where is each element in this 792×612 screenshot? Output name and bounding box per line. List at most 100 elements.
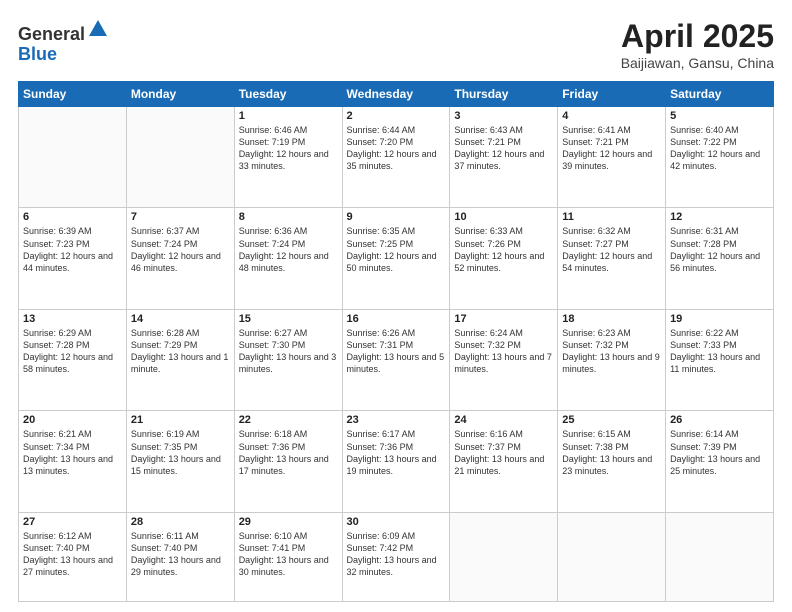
day-number: 3 — [454, 110, 553, 122]
calendar-cell — [666, 512, 774, 601]
header-thursday: Thursday — [450, 82, 558, 107]
day-info: Sunrise: 6:16 AMSunset: 7:37 PMDaylight:… — [454, 428, 553, 477]
day-number: 21 — [131, 414, 230, 426]
calendar-cell: 4 Sunrise: 6:41 AMSunset: 7:21 PMDaylight… — [558, 107, 666, 208]
day-info: Sunrise: 6:35 AMSunset: 7:25 PMDaylight:… — [347, 225, 446, 274]
calendar-cell: 17 Sunrise: 6:24 AMSunset: 7:32 PMDayligh… — [450, 309, 558, 410]
day-info: Sunrise: 6:11 AMSunset: 7:40 PMDaylight:… — [131, 530, 230, 579]
week-row-2: 6Sunrise: 6:39 AMSunset: 7:23 PMDaylight… — [19, 208, 774, 309]
day-number: 13 — [23, 313, 122, 325]
calendar-cell: 25Sunrise: 6:15 AMSunset: 7:38 PMDayligh… — [558, 411, 666, 512]
title-block: April 2025 Baijiawan, Gansu, China — [621, 18, 774, 71]
logo-text: General — [18, 18, 109, 45]
calendar-cell: 13 Sunrise: 6:29 AMSunset: 7:28 PMDayligh… — [19, 309, 127, 410]
logo-blue: Blue — [18, 44, 57, 64]
logo-icon — [87, 18, 109, 40]
day-number: 2 — [347, 110, 446, 122]
day-info: Sunrise: 6:14 AMSunset: 7:39 PMDaylight:… — [670, 428, 769, 477]
day-info: Sunrise: 6:37 AMSunset: 7:24 PMDaylight:… — [131, 225, 230, 274]
day-number: 19 — [670, 313, 769, 325]
day-info: Sunrise: 6:19 AMSunset: 7:35 PMDaylight:… — [131, 428, 230, 477]
day-info: Sunrise: 6:10 AMSunset: 7:41 PMDaylight:… — [239, 530, 338, 579]
day-info: Sunrise: 6:12 AMSunset: 7:40 PMDaylight:… — [23, 530, 122, 579]
day-number: 8 — [239, 211, 338, 223]
day-info: Sunrise: 6:24 AMSunset: 7:32 PMDaylight:… — [454, 327, 553, 376]
day-number: 12 — [670, 211, 769, 223]
day-info: Sunrise: 6:17 AMSunset: 7:36 PMDaylight:… — [347, 428, 446, 477]
day-info: Sunrise: 6:43 AMSunset: 7:21 PMDaylight:… — [454, 124, 553, 173]
header-tuesday: Tuesday — [234, 82, 342, 107]
day-number: 20 — [23, 414, 122, 426]
calendar-cell — [19, 107, 127, 208]
calendar-cell: 6Sunrise: 6:39 AMSunset: 7:23 PMDaylight… — [19, 208, 127, 309]
day-number: 29 — [239, 516, 338, 528]
week-row-4: 20Sunrise: 6:21 AMSunset: 7:34 PMDayligh… — [19, 411, 774, 512]
day-number: 16 — [347, 313, 446, 325]
day-number: 27 — [23, 516, 122, 528]
day-number: 15 — [239, 313, 338, 325]
calendar-cell: 12 Sunrise: 6:31 AMSunset: 7:28 PMDayligh… — [666, 208, 774, 309]
calendar-cell — [126, 107, 234, 208]
day-number: 9 — [347, 211, 446, 223]
calendar-cell: 9 Sunrise: 6:35 AMSunset: 7:25 PMDaylight… — [342, 208, 450, 309]
calendar-cell: 23 Sunrise: 6:17 AMSunset: 7:36 PMDayligh… — [342, 411, 450, 512]
calendar-cell: 11 Sunrise: 6:32 AMSunset: 7:27 PMDayligh… — [558, 208, 666, 309]
calendar-cell: 16 Sunrise: 6:26 AMSunset: 7:31 PMDayligh… — [342, 309, 450, 410]
day-info: Sunrise: 6:28 AMSunset: 7:29 PMDaylight:… — [131, 327, 230, 376]
calendar-cell: 5Sunrise: 6:40 AMSunset: 7:22 PMDaylight… — [666, 107, 774, 208]
day-number: 18 — [562, 313, 661, 325]
day-number: 30 — [347, 516, 446, 528]
header-saturday: Saturday — [666, 82, 774, 107]
calendar-cell — [558, 512, 666, 601]
day-info: Sunrise: 6:18 AMSunset: 7:36 PMDaylight:… — [239, 428, 338, 477]
day-info: Sunrise: 6:40 AMSunset: 7:22 PMDaylight:… — [670, 124, 769, 173]
month-title: April 2025 — [621, 18, 774, 55]
day-info: Sunrise: 6:29 AMSunset: 7:28 PMDaylight:… — [23, 327, 122, 376]
day-info: Sunrise: 6:46 AMSunset: 7:19 PMDaylight:… — [239, 124, 338, 173]
calendar-cell: 27 Sunrise: 6:12 AMSunset: 7:40 PMDayligh… — [19, 512, 127, 601]
day-info: Sunrise: 6:22 AMSunset: 7:33 PMDaylight:… — [670, 327, 769, 376]
day-number: 22 — [239, 414, 338, 426]
day-info: Sunrise: 6:23 AMSunset: 7:32 PMDaylight:… — [562, 327, 661, 376]
day-number: 17 — [454, 313, 553, 325]
day-info: Sunrise: 6:31 AMSunset: 7:28 PMDaylight:… — [670, 225, 769, 274]
logo-blue-text: Blue — [18, 45, 109, 65]
week-row-1: 1Sunrise: 6:46 AMSunset: 7:19 PMDaylight… — [19, 107, 774, 208]
day-number: 6 — [23, 211, 122, 223]
calendar: Sunday Monday Tuesday Wednesday Thursday… — [18, 81, 774, 602]
calendar-cell: 8 Sunrise: 6:36 AMSunset: 7:24 PMDaylight… — [234, 208, 342, 309]
day-number: 10 — [454, 211, 553, 223]
calendar-cell: 14 Sunrise: 6:28 AMSunset: 7:29 PMDayligh… — [126, 309, 234, 410]
header-monday: Monday — [126, 82, 234, 107]
calendar-cell: 2 Sunrise: 6:44 AMSunset: 7:20 PMDaylight… — [342, 107, 450, 208]
header-wednesday: Wednesday — [342, 82, 450, 107]
calendar-cell: 1Sunrise: 6:46 AMSunset: 7:19 PMDaylight… — [234, 107, 342, 208]
header: General Blue April 2025 Baijiawan, Gansu… — [18, 18, 774, 71]
calendar-cell: 10Sunrise: 6:33 AMSunset: 7:26 PMDayligh… — [450, 208, 558, 309]
calendar-cell: 20Sunrise: 6:21 AMSunset: 7:34 PMDayligh… — [19, 411, 127, 512]
day-number: 14 — [131, 313, 230, 325]
logo-general: General — [18, 24, 85, 44]
day-info: Sunrise: 6:26 AMSunset: 7:31 PMDaylight:… — [347, 327, 446, 376]
calendar-cell: 28Sunrise: 6:11 AMSunset: 7:40 PMDayligh… — [126, 512, 234, 601]
weekday-header-row: Sunday Monday Tuesday Wednesday Thursday… — [19, 82, 774, 107]
calendar-cell: 15Sunrise: 6:27 AMSunset: 7:30 PMDayligh… — [234, 309, 342, 410]
calendar-cell: 29 Sunrise: 6:10 AMSunset: 7:41 PMDayligh… — [234, 512, 342, 601]
day-info: Sunrise: 6:32 AMSunset: 7:27 PMDaylight:… — [562, 225, 661, 274]
day-info: Sunrise: 6:44 AMSunset: 7:20 PMDaylight:… — [347, 124, 446, 173]
calendar-cell: 24Sunrise: 6:16 AMSunset: 7:37 PMDayligh… — [450, 411, 558, 512]
day-number: 11 — [562, 211, 661, 223]
day-number: 7 — [131, 211, 230, 223]
header-sunday: Sunday — [19, 82, 127, 107]
header-friday: Friday — [558, 82, 666, 107]
week-row-5: 27 Sunrise: 6:12 AMSunset: 7:40 PMDayligh… — [19, 512, 774, 601]
location: Baijiawan, Gansu, China — [621, 55, 774, 71]
day-number: 4 — [562, 110, 661, 122]
day-info: Sunrise: 6:41 AMSunset: 7:21 PMDaylight:… — [562, 124, 661, 173]
calendar-cell: 22 Sunrise: 6:18 AMSunset: 7:36 PMDayligh… — [234, 411, 342, 512]
day-number: 26 — [670, 414, 769, 426]
page: General Blue April 2025 Baijiawan, Gansu… — [0, 0, 792, 612]
calendar-cell: 18 Sunrise: 6:23 AMSunset: 7:32 PMDayligh… — [558, 309, 666, 410]
day-info: Sunrise: 6:36 AMSunset: 7:24 PMDaylight:… — [239, 225, 338, 274]
day-number: 23 — [347, 414, 446, 426]
